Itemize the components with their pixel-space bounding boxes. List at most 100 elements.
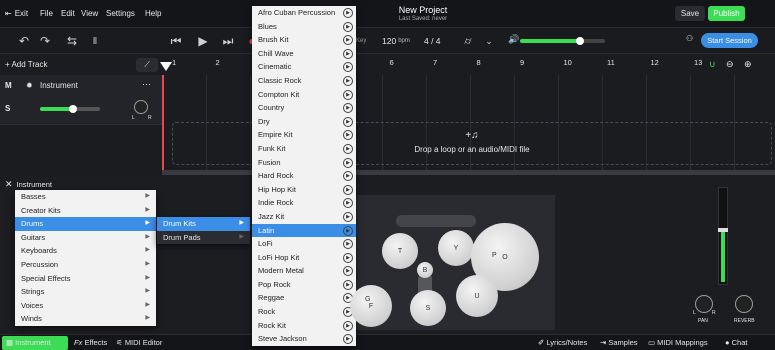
metronome-icon[interactable]: ⦀ xyxy=(85,31,105,51)
loop-icon[interactable]: ⇆ xyxy=(62,31,82,51)
help-menu[interactable]: Help xyxy=(145,9,161,18)
preview-play-icon[interactable]: ▶ xyxy=(343,225,353,236)
menu-item-classic-rock[interactable]: Classic Rock ▶ xyxy=(252,74,356,88)
preview-play-icon[interactable]: ▶ xyxy=(343,89,353,100)
zoom-out-icon[interactable]: ⊖ xyxy=(726,59,734,70)
preview-play-icon[interactable]: ▶ xyxy=(343,8,353,18)
menu-item-special-effects[interactable]: Special Effects ▶ xyxy=(15,272,156,286)
preview-play-icon[interactable]: ▶ xyxy=(343,334,353,345)
more-icon[interactable]: ⋯ xyxy=(142,79,151,90)
drum-pad-f[interactable]: F xyxy=(350,285,392,327)
preview-play-icon[interactable]: ▶ xyxy=(343,320,353,331)
drum-pad-s[interactable]: S xyxy=(410,290,446,326)
drum-pad-p[interactable]: P xyxy=(492,252,497,259)
mute-button[interactable]: M xyxy=(5,81,12,90)
menu-item-jazz-kit[interactable]: Jazz Kit ▶ xyxy=(252,210,356,224)
menu-item-afro-cuban-percussion[interactable]: Afro Cuban Percussion ▶ xyxy=(252,6,356,20)
drum-pad-y[interactable]: Y xyxy=(438,230,474,266)
menu-item-country[interactable]: Country ▶ xyxy=(252,101,356,115)
skip-forward-icon[interactable]: ⏭ xyxy=(218,31,238,51)
master-volume-slider[interactable] xyxy=(520,37,605,45)
reverb-knob[interactable] xyxy=(735,295,753,313)
menu-item-hard-rock[interactable]: Hard Rock ▶ xyxy=(252,169,356,183)
preview-play-icon[interactable]: ▶ xyxy=(343,211,353,222)
preview-play-icon[interactable]: ▶ xyxy=(343,266,353,277)
preview-play-icon[interactable]: ▶ xyxy=(343,21,353,32)
undo-icon[interactable]: ↶ xyxy=(14,31,34,51)
pan-knob[interactable] xyxy=(695,295,713,313)
preview-play-icon[interactable]: ▶ xyxy=(343,130,353,141)
menu-item-percussion[interactable]: Percussion ▶ xyxy=(15,258,156,272)
drum-pad-t[interactable]: T xyxy=(382,233,418,269)
save-button[interactable]: Save xyxy=(675,6,705,21)
lyrics-notes-button[interactable]: ✐ Lyrics/Notes xyxy=(538,338,587,347)
menu-item-cinematic[interactable]: Cinematic ▶ xyxy=(252,60,356,74)
panel-fader[interactable] xyxy=(718,187,728,285)
midi-editor-tab[interactable]: ⚟ MIDI Editor xyxy=(116,338,162,347)
time-signature[interactable]: 4 / 4 xyxy=(424,36,441,46)
menu-item-latin[interactable]: Latin ▶ xyxy=(252,223,356,238)
menu-item-modern-metal[interactable]: Modern Metal ▶ xyxy=(252,264,356,278)
preview-play-icon[interactable]: ▶ xyxy=(343,116,353,127)
menu-item-lofi[interactable]: LoFi ▶ xyxy=(252,237,356,251)
menu-item-blues[interactable]: Blues ▶ xyxy=(252,20,356,34)
timeline-ruler[interactable]: 12345678910111213 xyxy=(162,54,702,76)
preview-play-icon[interactable]: ▶ xyxy=(343,239,353,250)
menu-item-steve-jackson[interactable]: Steve Jackson ▶ xyxy=(252,332,356,346)
menu-item-lofi-hop-kit[interactable]: LoFi Hop Kit ▶ xyxy=(252,251,356,265)
menu-item-rock-kit[interactable]: Rock Kit ▶ xyxy=(252,319,356,333)
preview-play-icon[interactable]: ▶ xyxy=(343,35,353,46)
menu-item-reggae[interactable]: Reggae ▶ xyxy=(252,291,356,305)
menu-item-strings[interactable]: Strings ▶ xyxy=(15,285,156,299)
preview-play-icon[interactable]: ▶ xyxy=(343,62,353,73)
preview-play-icon[interactable]: ▶ xyxy=(343,157,353,168)
drum-pad-b[interactable]: B xyxy=(417,262,433,278)
close-icon[interactable]: ✕ xyxy=(5,179,13,190)
zoom-in-icon[interactable]: ⊕ xyxy=(744,59,752,70)
menu-item-drum-kits[interactable]: Drum Kits ▶ xyxy=(157,217,250,231)
preview-play-icon[interactable]: ▶ xyxy=(343,103,353,114)
preview-play-icon[interactable]: ▶ xyxy=(343,48,353,59)
view-menu[interactable]: View xyxy=(81,9,98,18)
menu-item-voices[interactable]: Voices ▶ xyxy=(15,299,156,313)
track-pan-knob[interactable] xyxy=(134,100,148,114)
tuner-icon[interactable]: ⌭ xyxy=(458,31,478,51)
drum-pad-u[interactable]: U xyxy=(456,275,498,317)
midi-mappings-button[interactable]: ▭ MIDI Mappings xyxy=(648,338,708,347)
add-track-button[interactable]: + Add Track xyxy=(5,60,47,69)
rewind-icon[interactable]: ⏮ xyxy=(166,31,186,51)
playhead[interactable] xyxy=(162,75,164,175)
file-menu[interactable]: File xyxy=(40,9,53,18)
preview-play-icon[interactable]: ▶ xyxy=(343,184,353,195)
preview-play-icon[interactable]: ▶ xyxy=(343,252,353,263)
exit-menu[interactable]: ⇤ Exit xyxy=(5,9,28,18)
chevron-down-icon[interactable]: ⌄ xyxy=(479,31,499,51)
track-name[interactable]: Instrument xyxy=(40,81,78,90)
menu-item-compton-kit[interactable]: Compton Kit ▶ xyxy=(252,88,356,102)
preview-play-icon[interactable]: ▶ xyxy=(343,198,353,209)
menu-item-drum-pads[interactable]: Drum Pads ▶ xyxy=(157,231,250,245)
preview-play-icon[interactable]: ▶ xyxy=(343,279,353,290)
menu-item-winds[interactable]: Winds ▶ xyxy=(15,312,156,326)
preview-play-icon[interactable]: ▶ xyxy=(343,143,353,154)
playhead-marker-icon[interactable] xyxy=(160,62,172,71)
menu-item-rock[interactable]: Rock ▶ xyxy=(252,305,356,319)
play-icon[interactable]: ▶ xyxy=(193,31,213,51)
preview-play-icon[interactable]: ▶ xyxy=(343,75,353,86)
menu-item-funk-kit[interactable]: Funk Kit ▶ xyxy=(252,142,356,156)
solo-button[interactable]: S xyxy=(5,104,10,113)
drum-pad-g[interactable]: G xyxy=(365,296,370,303)
menu-item-creator-kits[interactable]: Creator Kits ▶ xyxy=(15,204,156,218)
tempo-display[interactable]: 120 bpm xyxy=(382,36,410,46)
menu-item-pop-rock[interactable]: Pop Rock ▶ xyxy=(252,278,356,292)
publish-button[interactable]: Publish xyxy=(708,6,745,21)
chat-button[interactable]: ● Chat xyxy=(725,338,747,347)
menu-item-keyboards[interactable]: Keyboards ▶ xyxy=(15,244,156,258)
menu-item-drums[interactable]: Drums ▶ xyxy=(15,217,156,231)
menu-item-fusion[interactable]: Fusion ▶ xyxy=(252,156,356,170)
menu-item-empire-kit[interactable]: Empire Kit ▶ xyxy=(252,128,356,142)
magnet-icon[interactable]: ∪ xyxy=(709,59,716,70)
start-session-button[interactable]: Start Session xyxy=(701,33,758,48)
menu-item-basses[interactable]: Basses ▶ xyxy=(15,190,156,204)
menu-item-dry[interactable]: Dry ▶ xyxy=(252,115,356,129)
